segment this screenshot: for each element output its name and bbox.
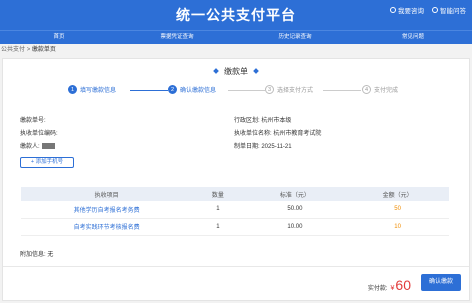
step-number: 3 — [265, 85, 274, 94]
diamond-icon — [253, 68, 259, 74]
region-value: 杭州市本级 — [261, 118, 292, 124]
payment-no-label: 缴款单号: — [20, 118, 46, 124]
nav-home[interactable]: 首页 — [0, 31, 118, 44]
payer-redacted — [41, 143, 55, 150]
diamond-icon — [213, 68, 219, 74]
payment-card: 缴款单 1 填写缴款信息 2 确认缴款信息 3 选择支付方式 4 支付完成 缴款单号: … — [2, 58, 470, 301]
table-row: 自考实践环节考核报名费 1 10.00 10 — [21, 218, 449, 236]
item-standard: 10.00 — [243, 218, 347, 236]
item-name[interactable]: 自考实践环节考核报名费 — [21, 218, 193, 236]
currency-symbol: ¥ — [390, 285, 395, 292]
breadcrumb-separator: > — [26, 47, 31, 53]
item-qty: 1 — [192, 201, 244, 219]
header-links: 我要咨询 智能问答 — [390, 5, 466, 15]
step-connector — [228, 90, 265, 91]
date-value: 2025-11-21 — [261, 144, 292, 150]
extra-info-value: 无 — [47, 252, 54, 258]
step-label: 选择支付方式 — [277, 88, 314, 94]
date-label: 制单日期: — [234, 144, 260, 150]
extra-info-label: 附加信息: — [20, 252, 46, 258]
payment-no-row: 缴款单号: — [20, 115, 58, 128]
unit-name-label: 执收单位名称: — [234, 131, 272, 137]
payment-footer: 实付款: ¥ 60 确认缴款 — [3, 266, 469, 301]
item-amount: 10 — [346, 218, 449, 236]
breadcrumb-current: 缴款单页 — [31, 47, 56, 53]
page-title-text: 缴款单 — [224, 67, 248, 76]
main-nav: 首页 票据凭证查询 历史记录查询 常见问题 — [0, 30, 472, 44]
step-label: 支付完成 — [374, 88, 399, 94]
info-left: 缴款单号: 执收单位编码: 缴款人: — [20, 115, 58, 154]
consult-link[interactable]: 我要咨询 — [390, 5, 424, 15]
breadcrumb-root[interactable]: 公共支付 — [1, 47, 25, 53]
col-amount: 金额（元） — [346, 187, 449, 201]
nav-faq[interactable]: 常见问题 — [354, 31, 472, 44]
items-table: 执收项目 数量 标准（元） 金额（元） 其他学历自考报名考务费 1 50.00 … — [21, 187, 449, 236]
step-connector — [130, 90, 168, 91]
total-label: 实付款: — [367, 286, 388, 292]
extra-info: 附加信息: 无 — [20, 249, 53, 258]
total-value: 60 — [395, 277, 411, 293]
nav-history-query[interactable]: 历史记录查询 — [236, 31, 354, 44]
robot-icon — [432, 7, 438, 13]
unit-name-row: 执收单位名称: 杭州市教育考试院 — [234, 128, 321, 141]
unit-code-row: 执收单位编码: — [20, 128, 58, 141]
step-number: 2 — [168, 85, 177, 94]
step-label: 填写缴款信息 — [80, 88, 117, 94]
unit-name-value: 杭州市教育考试院 — [273, 131, 322, 137]
col-qty: 数量 — [192, 187, 244, 201]
item-amount: 50 — [346, 201, 449, 219]
progress-steps: 1 填写缴款信息 2 确认缴款信息 3 选择支付方式 4 支付完成 — [68, 85, 408, 97]
payer-row: 缴款人: — [20, 141, 58, 154]
step-2: 2 确认缴款信息 — [168, 85, 216, 94]
date-row: 制单日期: 2025-11-21 — [234, 141, 321, 154]
unit-code-label: 执收单位编码: — [20, 131, 58, 137]
nav-receipt-query[interactable]: 票据凭证查询 — [118, 31, 236, 44]
headset-icon — [390, 7, 396, 13]
step-connector — [323, 90, 361, 91]
smart-qa-label: 智能问答 — [440, 8, 466, 15]
step-1: 1 填写缴款信息 — [68, 85, 116, 94]
step-label: 确认缴款信息 — [180, 88, 217, 94]
total-amount: 实付款: ¥ 60 — [368, 277, 411, 293]
step-3: 3 选择支付方式 — [265, 85, 313, 94]
region-row: 行政区划: 杭州市本级 — [234, 115, 321, 128]
table-row: 其他学历自考报名考务费 1 50.00 50 — [21, 201, 449, 219]
smart-qa-link[interactable]: 智能问答 — [432, 5, 466, 15]
confirm-payment-button[interactable]: 确认缴款 — [421, 274, 461, 291]
item-standard: 50.00 — [243, 201, 347, 219]
consult-label: 我要咨询 — [398, 8, 424, 15]
add-phone-button[interactable]: + 添加手机号 — [20, 157, 74, 168]
payer-label: 缴款人: — [20, 144, 40, 150]
item-name[interactable]: 其他学历自考报名考务费 — [21, 201, 193, 219]
step-number: 1 — [68, 85, 77, 94]
step-4: 4 支付完成 — [362, 85, 398, 94]
item-qty: 1 — [192, 218, 244, 236]
col-item: 执收项目 — [21, 187, 193, 201]
page-title: 缴款单 — [3, 66, 469, 77]
table-header-row: 执收项目 数量 标准（元） 金额（元） — [21, 187, 449, 201]
breadcrumb: 公共支付 > 缴款单页 — [0, 44, 472, 57]
header-bar: 统一公共支付平台 我要咨询 智能问答 — [0, 0, 472, 30]
col-standard: 标准（元） — [243, 187, 347, 201]
step-number: 4 — [362, 85, 371, 94]
info-right: 行政区划: 杭州市本级 执收单位名称: 杭州市教育考试院 制单日期: 2025-… — [234, 115, 321, 154]
region-label: 行政区划: — [234, 118, 260, 124]
